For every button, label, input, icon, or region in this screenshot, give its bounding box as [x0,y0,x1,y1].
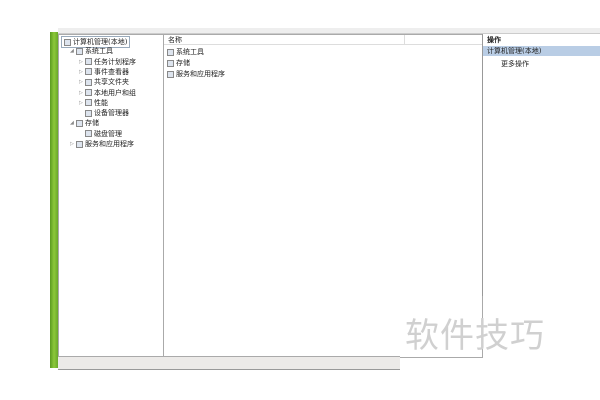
tree-item-label: 共享文件夹 [94,78,129,87]
services-icon [167,70,174,78]
list-item-label: 系统工具 [176,48,204,56]
tools-icon [167,48,174,56]
tree-item-label: 事件查看器 [94,67,129,76]
column-header-name[interactable]: 名称 [164,35,482,45]
watermark: 软件技巧 [405,316,545,356]
tree-item-label: 系统工具 [85,47,113,56]
tree-item[interactable]: ▷ 服务和应用程序 [70,139,134,149]
tree-item[interactable]: ◢ 存储 [70,118,99,128]
actions-section-computer-management[interactable]: 计算机管理(本地) [483,46,600,56]
performance-icon [85,99,92,107]
tree-item[interactable]: 磁盘管理 [79,129,122,139]
more-actions-link[interactable]: 更多操作 [501,59,529,69]
services-icon [76,140,83,148]
shared-folder-icon [85,78,92,86]
actions-pane: 操作 计算机管理(本地) 更多操作 [482,34,600,296]
tree-item[interactable]: ▷ 本地用户和组 [79,88,136,98]
tree-item[interactable]: ▷ 共享文件夹 [79,77,129,87]
column-header-label: 名称 [168,36,182,44]
tree-item-label: 任务计划程序 [94,57,136,66]
window-edge [50,32,58,368]
list-item-label: 存储 [176,59,190,67]
users-icon [85,89,92,96]
device-manager-icon [85,109,92,117]
navigation-tree[interactable]: 计算机管理(本地) ◢ 系统工具 ▷ 任务计划程序 ▷ 事件查看器 ▷ 共享文件夹 ▷ 本地用户和组… [58,34,164,358]
tree-item-label: 磁盘管理 [94,129,122,138]
tree-item-label: 存储 [85,119,99,128]
tree-item[interactable]: ◢ 系统工具 [70,46,113,56]
tree-item[interactable]: ▷ 任务计划程序 [79,57,136,67]
tree-item[interactable]: ▷ 事件查看器 [79,67,129,77]
tree-item-label: 设备管理器 [94,109,129,118]
disk-icon [85,130,92,138]
list-item[interactable]: 存储 [167,58,190,68]
computer-icon [64,38,71,46]
tree-item[interactable]: ▷ 性能 [79,98,108,108]
actions-header: 操作 [487,36,501,44]
storage-icon [76,119,83,127]
list-item[interactable]: 系统工具 [167,47,204,57]
tree-item-label: 本地用户和组 [94,88,136,97]
list-item-label: 服务和应用程序 [176,70,225,78]
tools-icon [76,47,83,55]
tree-item-label: 性能 [94,98,108,107]
storage-icon [167,59,174,67]
tree-item[interactable]: 设备管理器 [79,108,129,118]
status-bar [58,356,400,370]
tree-item-label: 服务和应用程序 [85,140,134,148]
list-item[interactable]: 服务和应用程序 [167,69,225,79]
clock-icon [85,58,92,66]
event-viewer-icon [85,68,92,76]
